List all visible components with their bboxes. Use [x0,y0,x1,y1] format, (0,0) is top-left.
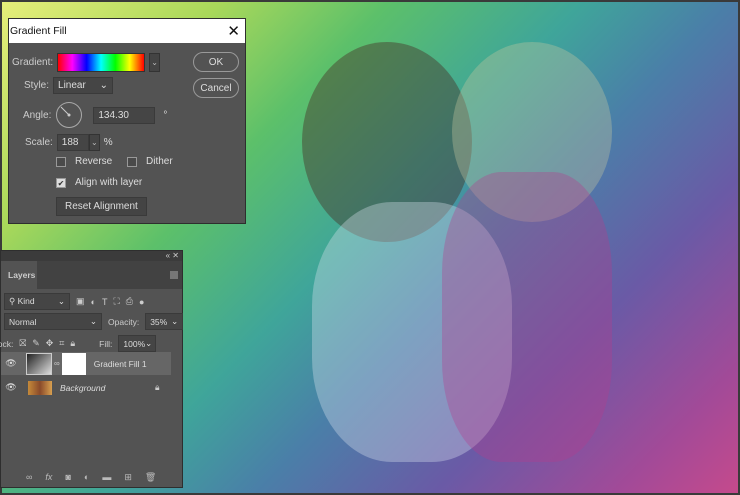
delete-icon[interactable]: 🗑︎ [145,472,156,483]
angle-label: Angle: [23,109,52,121]
blend-mode-select[interactable]: Normal ⌄ [4,313,102,330]
mask-thumbnail [61,352,86,375]
move-icon[interactable]: ✥ [46,338,54,349]
filter-value: Kind [17,296,35,306]
opacity-label: Opacity: [108,316,140,327]
blend-mode-value: Normal [9,316,37,327]
reverse-checkbox[interactable]: Reverse [56,156,112,167]
align-label: Align with layer [75,177,143,188]
percent-symbol: % [103,137,113,148]
fx-icon[interactable]: fx [45,472,52,483]
gradient-thumbnail [26,352,52,375]
dialog-title-bar: Gradient Fill ✕ [9,19,245,43]
angle-input[interactable]: 134.30 [93,106,156,124]
ok-button[interactable]: OK [193,52,239,72]
panel-menu-icon[interactable] [170,271,178,279]
visibility-eye-icon[interactable]: 👁︎ [1,382,21,393]
align-with-layer-checkbox[interactable]: ✔ Align with layer [56,177,142,188]
brush-icon[interactable]: ✎ [32,338,40,349]
degree-symbol: ° [163,109,168,121]
filter-toggle-icon[interactable]: ● [139,297,144,307]
smart-object-filter-icon[interactable]: ⎙ [126,296,133,307]
new-adjustment-icon[interactable]: ◐ [84,472,89,483]
opacity-input[interactable]: 35% ⌄ [145,313,184,330]
fill-input[interactable]: 100% ⌄ [118,335,157,352]
new-layer-icon[interactable]: ⊞ [124,472,132,483]
adjustment-filter-icon[interactable]: ◐ [91,297,96,307]
dither-checkbox[interactable]: Dither [127,156,173,167]
style-select[interactable]: Linear ⌄ [53,77,114,94]
angle-dial[interactable] [55,101,83,129]
scale-label: Scale: [25,137,53,148]
tab-layers[interactable]: Layers [1,261,37,289]
chevron-down-icon[interactable]: ⌄ [149,53,161,72]
link-layers-icon[interactable]: ∞ [26,472,32,483]
style-label: Style: [24,80,50,91]
fill-label: Fill: [99,338,113,349]
dialog-title: Gradient Fill [10,25,67,37]
new-group-icon[interactable]: ▬ [102,472,111,483]
reset-alignment-button[interactable]: Reset Alignment [56,197,147,216]
gradient-fill-dialog: Gradient Fill ✕ Gradient: ⌄ Style: Linea… [8,18,246,224]
scale-input[interactable]: 188 [56,134,89,151]
lock-icon: 🔒︎ [155,382,160,392]
collapse-icon[interactable]: « [166,251,170,260]
background-thumbnail [28,380,52,395]
layers-panel: « ✕ Layers ⚲ Kind ⌄ ▣ ◐ T ⛶ ⎙ ● Normal ⌄ O… [0,250,184,488]
add-mask-icon[interactable]: ◙ [65,472,70,483]
opacity-value: 35% [150,316,168,327]
filter-kind-select[interactable]: ⚲ Kind ⌄ [4,293,70,310]
reverse-label: Reverse [75,156,113,167]
checkmark-icon: ✔ [56,177,66,188]
lock-pixels-icon[interactable]: ⛝ [19,338,26,349]
visibility-eye-icon[interactable]: 👁︎ [1,358,21,369]
layer-name: Gradient Fill 1 [93,358,147,369]
gradient-label: Gradient: [12,57,54,68]
layer-row-gradient-fill[interactable]: 👁︎ ∞ Gradient Fill 1 [1,352,171,375]
style-value: Linear [58,80,86,91]
image-filter-icon[interactable]: ▣ [76,296,85,307]
layer-name: Background [60,382,106,393]
gradient-picker[interactable] [57,53,146,72]
fill-value: 100% [123,338,146,349]
type-filter-icon[interactable]: T [102,297,108,307]
panel-close-icon[interactable]: ✕ [172,251,179,260]
artboard-icon[interactable]: ⌗ [59,338,64,349]
lock-label: Lock: [0,338,14,349]
lock-all-icon[interactable]: 🔒︎ [70,338,75,349]
link-icon: ∞ [54,359,60,368]
layer-row-background[interactable]: 👁︎ Background 🔒︎ [1,376,171,399]
shape-filter-icon[interactable]: ⛶ [113,296,119,307]
scale-dropdown[interactable]: ⌄ [88,134,100,151]
cancel-button[interactable]: Cancel [193,78,239,98]
close-icon[interactable]: ✕ [227,22,240,40]
dither-label: Dither [146,156,173,167]
search-icon: ⚲ [9,296,18,306]
